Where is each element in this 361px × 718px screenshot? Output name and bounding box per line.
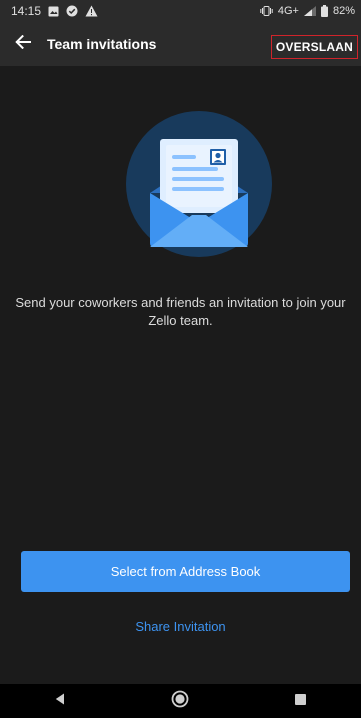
status-left: 14:15 <box>0 4 98 18</box>
battery-icon <box>320 5 328 17</box>
back-button[interactable] <box>3 22 43 66</box>
select-address-book-button[interactable]: Select from Address Book <box>21 551 350 592</box>
arrow-left-icon <box>15 34 31 54</box>
status-bar: 14:15 4G+ 82% <box>0 0 361 22</box>
screen: 14:15 4G+ 82% Team invitations OVERSLAAN… <box>0 0 361 718</box>
nav-back-button[interactable] <box>40 684 80 718</box>
network-type: 4G+ <box>277 5 299 17</box>
signal-icon <box>303 6 316 16</box>
gallery-icon <box>48 6 59 17</box>
system-nav-bar <box>0 684 361 718</box>
skip-button[interactable]: OVERSLAAN <box>270 35 358 59</box>
envelope-illustration <box>126 111 272 257</box>
nav-recents-button[interactable] <box>281 684 321 718</box>
nav-home-button[interactable] <box>160 684 200 718</box>
back-triangle-icon <box>55 692 65 710</box>
recents-square-icon <box>295 692 307 710</box>
battery-level: 82% <box>332 5 355 17</box>
home-circle-icon <box>171 690 189 713</box>
share-invitation-link[interactable]: Share Invitation <box>0 619 361 634</box>
warning-icon <box>85 5 98 17</box>
vibrate-icon <box>260 6 273 16</box>
check-shield-icon <box>66 5 78 17</box>
invitation-message: Send your coworkers and friends an invit… <box>15 295 346 328</box>
page-title: Team invitations <box>47 36 157 52</box>
invitation-envelope-icon <box>126 111 272 257</box>
status-time: 14:15 <box>11 4 42 18</box>
status-right: 4G+ 82% <box>260 5 361 17</box>
